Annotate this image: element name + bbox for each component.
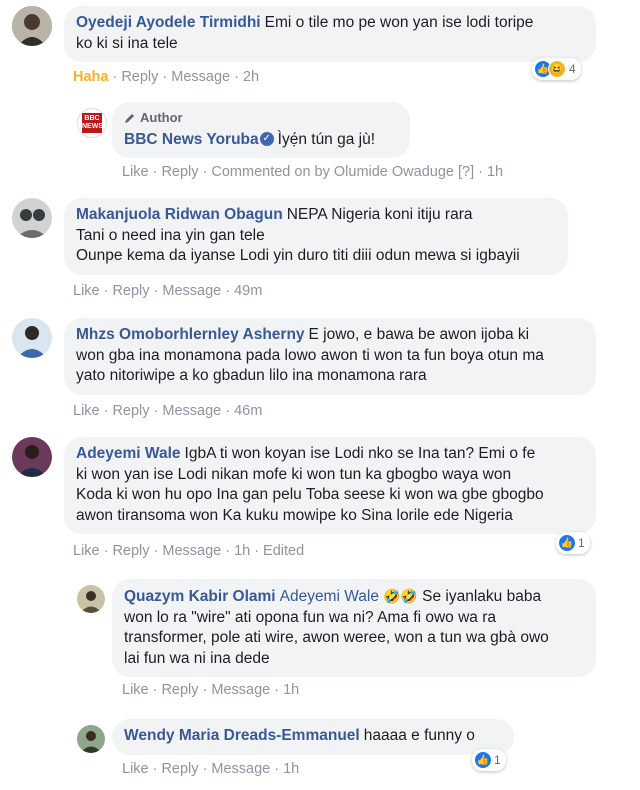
commenter-name[interactable]: Oyedeji Ayodele Tirmidhi bbox=[76, 14, 261, 31]
reaction-count[interactable]: 👍 1 bbox=[472, 749, 506, 771]
comment-text: Tani o need ina yin gan tele bbox=[76, 226, 265, 244]
like-icon: 👍 bbox=[475, 752, 491, 768]
comment-text: won lo ra "wire" ati opona fun wa ni? Am… bbox=[124, 608, 496, 626]
comment-bubble: Adeyemi Wale IgbA ti won koyan ise Lodi n… bbox=[64, 437, 596, 534]
like-button[interactable]: Like bbox=[122, 682, 149, 698]
comment-text: lai fun wa ni ina dede bbox=[124, 649, 270, 667]
comment-bubble: Mhzs Omoborhlernley Asherny E jowo, e baw… bbox=[64, 318, 596, 395]
timestamp[interactable]: 2h bbox=[243, 69, 259, 85]
reply-button[interactable]: Reply bbox=[112, 543, 149, 559]
avatar-quazym[interactable] bbox=[77, 585, 105, 613]
comment-text: yato nitoriwipe a ko gbadun lilo ina mon… bbox=[76, 367, 427, 384]
reaction-number: 1 bbox=[494, 753, 501, 767]
reaction-number: 1 bbox=[578, 536, 585, 550]
bbc-logo: BBC NEWS bbox=[82, 113, 103, 133]
comment-bubble: Makanjuola Ridwan Obagun NEPA Nigeria kon… bbox=[64, 198, 568, 275]
reaction-number: 4 bbox=[569, 62, 576, 76]
comment-text: Se iyanlaku baba bbox=[422, 588, 542, 605]
avatar-oyedeji[interactable] bbox=[12, 6, 52, 46]
person-photo-icon bbox=[77, 725, 105, 753]
message-button[interactable]: Message bbox=[211, 682, 270, 698]
comment-bubble: Quazym Kabir Olami Adeyemi Wale 🤣🤣 Se iyan… bbox=[112, 579, 596, 677]
like-button[interactable]: Like bbox=[122, 164, 149, 180]
reply-button[interactable]: Reply bbox=[161, 682, 198, 698]
reaction-count[interactable]: 👍 1 bbox=[556, 532, 590, 554]
timestamp[interactable]: 46m bbox=[234, 403, 262, 419]
comment-actions: Like · Reply · Message · 49m bbox=[73, 283, 263, 299]
haha-reaction-button[interactable]: Haha bbox=[73, 69, 108, 85]
timestamp[interactable]: 1h bbox=[283, 682, 299, 698]
timestamp[interactable]: 1h bbox=[234, 543, 250, 559]
laughing-emoji-icon: 🤣🤣 bbox=[382, 588, 418, 604]
commented-by-text[interactable]: Commented on by Olumide Owaduge [?] bbox=[211, 164, 474, 180]
reply-button[interactable]: Reply bbox=[161, 164, 198, 180]
avatar-wendy[interactable] bbox=[77, 725, 105, 753]
haha-icon: 😆 bbox=[548, 60, 566, 78]
comment-text: ko ki si ina tele bbox=[76, 34, 178, 52]
avatar-bbc[interactable]: BBC NEWS bbox=[77, 108, 107, 138]
author-tag: Author bbox=[124, 108, 398, 129]
reply-button[interactable]: Reply bbox=[161, 761, 198, 777]
message-button[interactable]: Message bbox=[211, 761, 270, 777]
comment-text: Koda ki won hu opo Ina gan pelu Toba see… bbox=[76, 486, 544, 503]
person-photo-icon bbox=[12, 437, 52, 477]
person-photo-icon bbox=[12, 318, 52, 358]
comment-actions: Haha · Reply · Message · 2h bbox=[73, 69, 260, 85]
comment-actions: Like · Reply · Commented on by Olumide Owadu… bbox=[122, 164, 504, 180]
comment-bubble: Author BBC News Yoruba ✓ Ìyẹ́n tún ga jù! bbox=[112, 102, 410, 158]
comment-text: IgbA ti won koyan ise Lodi nko se Ina ta… bbox=[184, 445, 536, 462]
commenter-name[interactable]: Makanjuola Ridwan Obagun bbox=[76, 206, 283, 223]
message-button[interactable]: Message bbox=[162, 283, 221, 299]
timestamp[interactable]: 1h bbox=[283, 761, 299, 777]
avatar-adeyemi[interactable] bbox=[12, 437, 52, 477]
pencil-icon bbox=[125, 114, 134, 124]
like-button[interactable]: Like bbox=[73, 543, 100, 559]
comment-text: Emi o tile mo pe won yan ise lodi toripe bbox=[264, 14, 534, 31]
comment-text: NEPA Nigeria koni itiju rara bbox=[286, 206, 473, 223]
timestamp[interactable]: 1h bbox=[487, 164, 503, 180]
reply-button[interactable]: Reply bbox=[121, 69, 158, 85]
comment-text: transformer, pole ati wire, awon weree, … bbox=[124, 629, 549, 646]
message-button[interactable]: Message bbox=[162, 543, 221, 559]
comment-text: won gba ina monamona pada lowo awon ti w… bbox=[76, 346, 544, 364]
comment-actions: Like · Reply · Message · 1h bbox=[122, 682, 300, 698]
comment-actions: Like · Reply · Message · 1h · Edited bbox=[73, 543, 305, 559]
avatar-mhzs[interactable] bbox=[12, 318, 52, 358]
avatar-makanjuola[interactable] bbox=[12, 198, 52, 238]
like-button[interactable]: Like bbox=[122, 761, 149, 777]
author-label: Author bbox=[140, 110, 183, 125]
timestamp[interactable]: 49m bbox=[234, 283, 262, 299]
mention-link[interactable]: Adeyemi Wale bbox=[280, 588, 379, 605]
commenter-name[interactable]: Mhzs Omoborhlernley Asherny bbox=[76, 326, 305, 343]
comment-text: Ìyẹ́n tún ga jù! bbox=[277, 130, 376, 148]
comment-bubble: Oyedeji Ayodele Tirmidhi Emi o tile mo pe… bbox=[64, 6, 596, 62]
edited-label[interactable]: Edited bbox=[263, 543, 304, 559]
verified-badge-icon: ✓ bbox=[259, 132, 274, 147]
person-photo-icon bbox=[12, 198, 52, 238]
reply-button[interactable]: Reply bbox=[112, 283, 149, 299]
commenter-name[interactable]: Wendy Maria Dreads-Emmanuel bbox=[124, 727, 360, 744]
message-button[interactable]: Message bbox=[162, 403, 221, 419]
like-button[interactable]: Like bbox=[73, 283, 100, 299]
commenter-name[interactable]: Adeyemi Wale bbox=[76, 445, 181, 462]
reaction-count[interactable]: 👍 😆 4 bbox=[532, 58, 581, 80]
like-icon: 👍 bbox=[559, 535, 575, 551]
commenter-name[interactable]: BBC News Yoruba bbox=[124, 131, 259, 148]
comment-text: haaaa e funny o bbox=[363, 727, 475, 744]
comment-actions: Like · Reply · Message · 1h bbox=[122, 761, 300, 777]
person-photo-icon bbox=[77, 585, 105, 613]
commenter-name[interactable]: Quazym Kabir Olami bbox=[124, 588, 276, 605]
comment-text: E jowo, e bawa be awon ijoba ki bbox=[308, 326, 530, 343]
comment-text: Ounpe kema da iyanse Lodi yin duro titi … bbox=[76, 247, 520, 264]
comment-bubble: Wendy Maria Dreads-Emmanuel haaaa e funny… bbox=[112, 719, 514, 755]
reply-button[interactable]: Reply bbox=[112, 403, 149, 419]
comment-text: awon tiransoma won Ka kuku mowipe ko Sin… bbox=[76, 506, 513, 524]
comment-actions: Like · Reply · Message · 46m bbox=[73, 403, 263, 419]
like-button[interactable]: Like bbox=[73, 403, 100, 419]
comment-text: ki won yan ise Lodi nikan mofe ki won tu… bbox=[76, 465, 512, 483]
person-photo-icon bbox=[12, 6, 52, 46]
message-button[interactable]: Message bbox=[171, 69, 230, 85]
